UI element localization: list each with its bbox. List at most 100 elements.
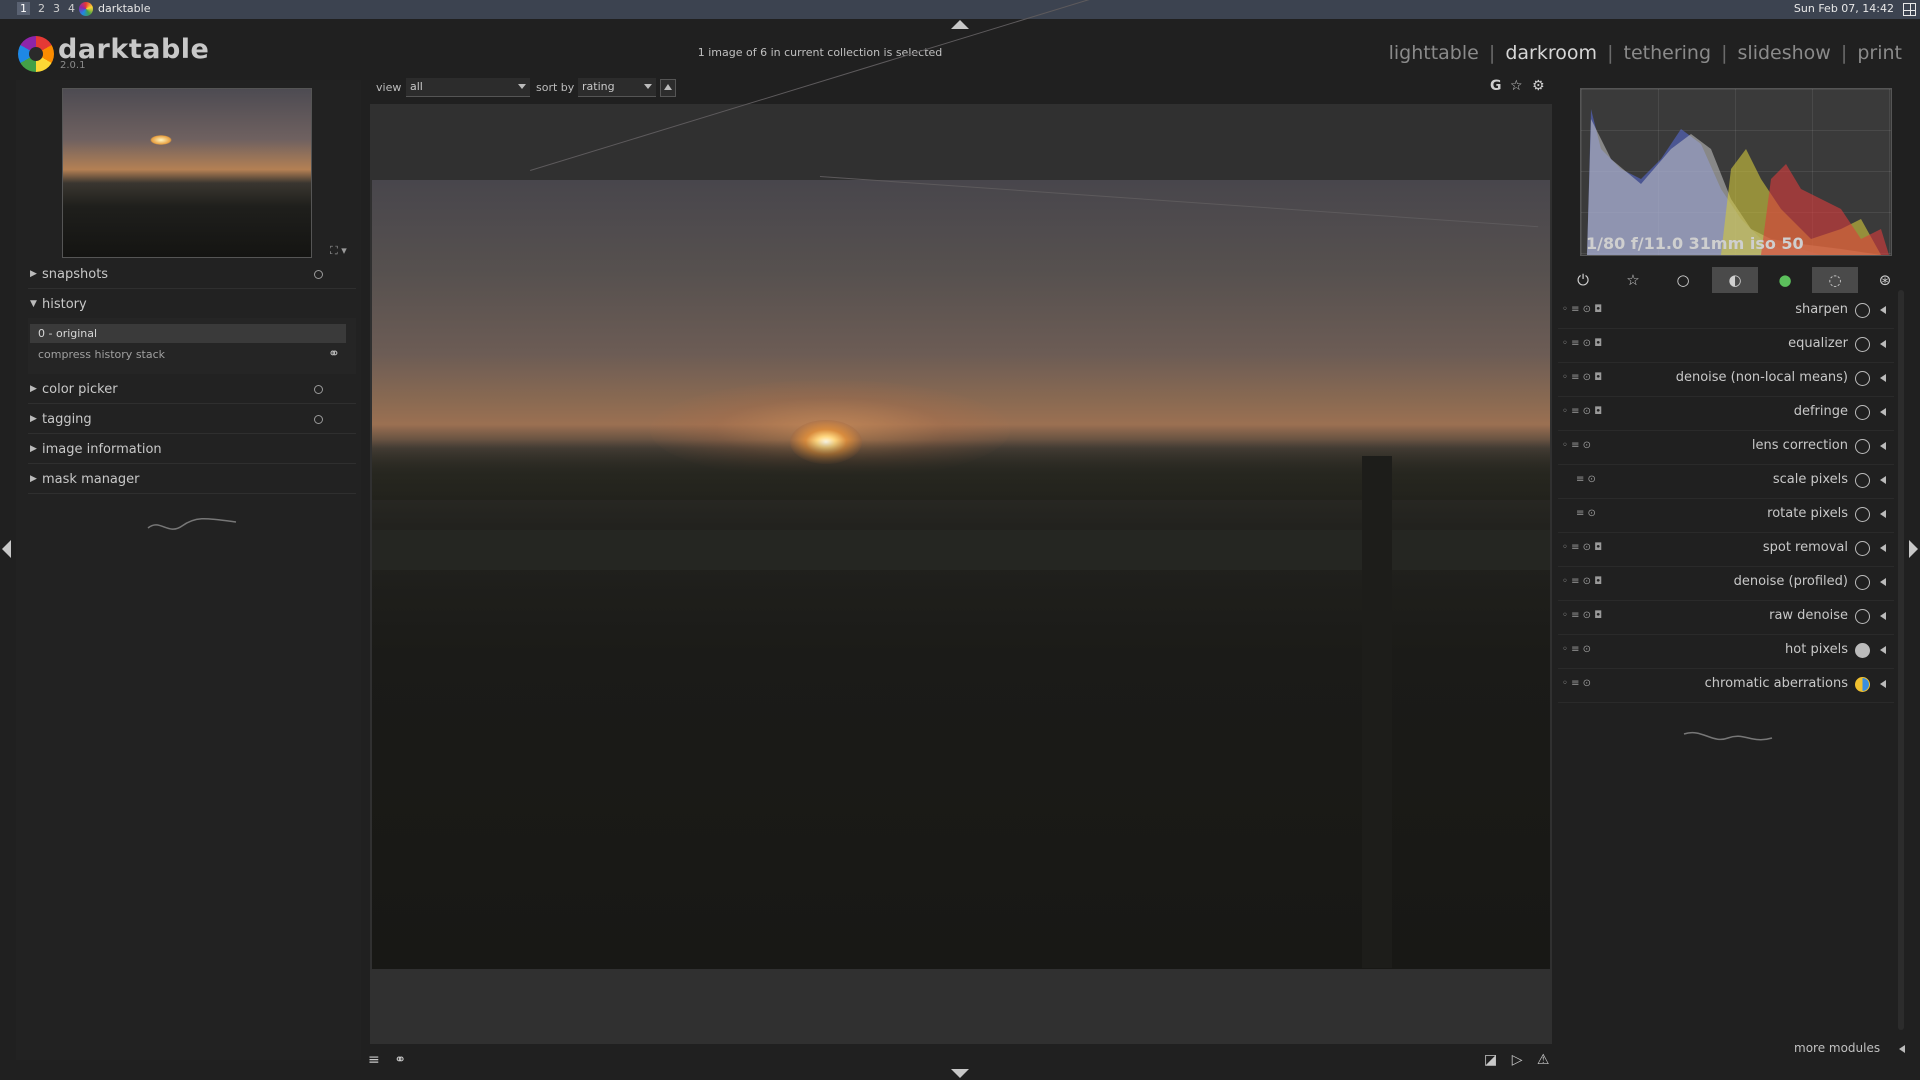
module-enable-icon[interactable] (1855, 439, 1870, 454)
module-denoise-profiled[interactable]: ◦ ≡ ⊙ ◘ denoise (profiled) (1558, 566, 1894, 601)
module-expand-icon[interactable] (1880, 340, 1886, 348)
module-state-icons[interactable]: ◦ ≡ ⊙ ◘ (1562, 542, 1602, 553)
desktop-grid-icon[interactable] (1903, 3, 1916, 16)
collapse-right-panel-arrow[interactable] (1909, 540, 1918, 558)
right-panel-scrollbar[interactable] (1898, 290, 1904, 1030)
view-darkroom[interactable]: darkroom (1505, 42, 1597, 64)
collapse-bottom-panel-arrow[interactable] (951, 1069, 969, 1078)
module-enable-icon[interactable] (1855, 541, 1870, 556)
group-color-icon[interactable]: ● (1762, 267, 1808, 293)
module-enable-icon[interactable] (1855, 677, 1870, 692)
module-lens-correction[interactable]: ◦ ≡ ⊙ lens correction (1558, 430, 1894, 465)
module-expand-icon[interactable] (1880, 578, 1886, 586)
gamut-check-icon[interactable]: ⚠ (1537, 1052, 1550, 1068)
module-equalizer[interactable]: ◦ ≡ ⊙ ◘ equalizer (1558, 328, 1894, 363)
collapse-triangle-icon: ▶ (30, 269, 37, 279)
history-item[interactable]: 0 - original (30, 324, 346, 343)
module-enable-icon[interactable] (1855, 337, 1870, 352)
quick-access-presets-icon[interactable]: ≡ (368, 1052, 380, 1068)
histogram[interactable] (1580, 88, 1892, 256)
module-state-icons[interactable]: ◦ ≡ ⊙ (1562, 440, 1591, 451)
quick-styles-icon[interactable]: ⚭ (394, 1052, 406, 1068)
section-snapshots[interactable]: ▶ snapshots (28, 260, 356, 289)
module-expand-icon[interactable] (1880, 306, 1886, 314)
module-state-icons[interactable]: ◦ ≡ ⊙ ◘ (1562, 610, 1602, 621)
styles-icon[interactable]: ⚭ (328, 346, 340, 362)
module-enable-icon[interactable] (1855, 405, 1870, 420)
group-tone-icon[interactable]: ◐ (1712, 267, 1758, 293)
module-raw-denoise[interactable]: ◦ ≡ ⊙ ◘ raw denoise (1558, 600, 1894, 635)
collapse-left-panel-arrow[interactable] (2, 540, 11, 558)
module-state-icons[interactable]: ◦ ≡ ⊙ ◘ (1562, 372, 1602, 383)
module-state-icons[interactable]: ≡ ⊙ (1576, 508, 1596, 519)
window-title[interactable]: darktable (98, 2, 150, 15)
darktable-icon (79, 2, 93, 16)
collapse-top-panel-arrow[interactable] (951, 20, 969, 29)
section-image-information[interactable]: ▶ image information (28, 435, 356, 464)
module-expand-icon[interactable] (1880, 476, 1886, 484)
compress-history-button[interactable]: compress history stack (38, 348, 165, 361)
module-state-icons[interactable]: ◦ ≡ ⊙ ◘ (1562, 304, 1602, 315)
module-enable-icon[interactable] (1855, 507, 1870, 522)
sort-select[interactable]: rating (578, 78, 656, 97)
group-active-modules-power-icon[interactable]: ⏻ (1560, 267, 1606, 293)
view-slideshow[interactable]: slideshow (1738, 42, 1831, 64)
module-chromatic-aberrations[interactable]: ◦ ≡ ⊙ chromatic aberrations (1558, 668, 1894, 703)
view-print[interactable]: print (1857, 42, 1902, 64)
workspace-2[interactable]: 2 (38, 2, 45, 15)
module-enable-icon[interactable] (1855, 643, 1870, 658)
view-tethering[interactable]: tethering (1624, 42, 1712, 64)
view-filter-select[interactable]: all (406, 78, 530, 97)
more-modules-expand-icon[interactable] (1899, 1045, 1905, 1053)
module-expand-icon[interactable] (1880, 646, 1886, 654)
module-enable-icon[interactable] (1855, 609, 1870, 624)
module-enable-icon[interactable] (1855, 371, 1870, 386)
module-sharpen[interactable]: ◦ ≡ ⊙ ◘ sharpen (1558, 294, 1894, 329)
module-expand-icon[interactable] (1880, 374, 1886, 382)
workspace-1[interactable]: 1 (17, 2, 30, 15)
module-enable-icon[interactable] (1855, 575, 1870, 590)
module-enable-icon[interactable] (1855, 303, 1870, 318)
zoom-control[interactable]: ⛶ ▾ (330, 244, 347, 258)
softproof-icon[interactable]: ▷ (1512, 1052, 1523, 1068)
module-state-icons[interactable]: ◦ ≡ ⊙ ◘ (1562, 406, 1602, 417)
group-correct-icon[interactable]: ◌ (1812, 267, 1858, 293)
module-expand-icon[interactable] (1880, 680, 1886, 688)
group-favorites-icon[interactable]: ☆ (1610, 267, 1656, 293)
module-expand-icon[interactable] (1880, 612, 1886, 620)
star-icon[interactable]: ☆ (1510, 78, 1523, 94)
module-state-icons[interactable]: ◦ ≡ ⊙ (1562, 678, 1591, 689)
module-hot-pixels[interactable]: ◦ ≡ ⊙ hot pixels (1558, 634, 1894, 669)
module-denoise-nlm[interactable]: ◦ ≡ ⊙ ◘ denoise (non-local means) (1558, 362, 1894, 397)
module-state-icons[interactable]: ◦ ≡ ⊙ ◘ (1562, 576, 1602, 587)
module-expand-icon[interactable] (1880, 408, 1886, 416)
module-rotate-pixels[interactable]: ≡ ⊙ rotate pixels (1558, 498, 1894, 533)
grouping-icon[interactable]: G (1490, 78, 1502, 94)
section-history[interactable]: ▼ history (28, 290, 356, 319)
overexposed-toggle-icon[interactable]: ◪ (1484, 1052, 1497, 1068)
reset-icon[interactable] (314, 385, 323, 394)
module-scale-pixels[interactable]: ≡ ⊙ scale pixels (1558, 464, 1894, 499)
preferences-gear-icon[interactable]: ⚙ (1532, 78, 1545, 94)
section-color-picker[interactable]: ▶ color picker (28, 375, 356, 404)
module-expand-icon[interactable] (1880, 442, 1886, 450)
sort-direction-button[interactable] (660, 79, 676, 97)
section-mask-manager[interactable]: ▶ mask manager (28, 465, 356, 494)
module-state-icons[interactable]: ◦ ≡ ⊙ (1562, 644, 1591, 655)
reset-icon[interactable] (314, 415, 323, 424)
navigation-thumbnail[interactable] (62, 88, 312, 258)
module-state-icons[interactable]: ≡ ⊙ (1576, 474, 1596, 485)
module-spot-removal[interactable]: ◦ ≡ ⊙ ◘ spot removal (1558, 532, 1894, 567)
reset-icon[interactable] (314, 270, 323, 279)
module-enable-icon[interactable] (1855, 473, 1870, 488)
workspace-4[interactable]: 4 (68, 2, 75, 15)
section-tagging[interactable]: ▶ tagging (28, 405, 356, 434)
module-expand-icon[interactable] (1880, 544, 1886, 552)
view-lighttable[interactable]: lighttable (1389, 42, 1479, 64)
workspace-3[interactable]: 3 (53, 2, 60, 15)
more-modules-button[interactable]: more modules (1794, 1041, 1880, 1055)
module-expand-icon[interactable] (1880, 510, 1886, 518)
module-state-icons[interactable]: ◦ ≡ ⊙ ◘ (1562, 338, 1602, 349)
group-basic-icon[interactable]: ○ (1660, 267, 1706, 293)
module-defringe[interactable]: ◦ ≡ ⊙ ◘ defringe (1558, 396, 1894, 431)
